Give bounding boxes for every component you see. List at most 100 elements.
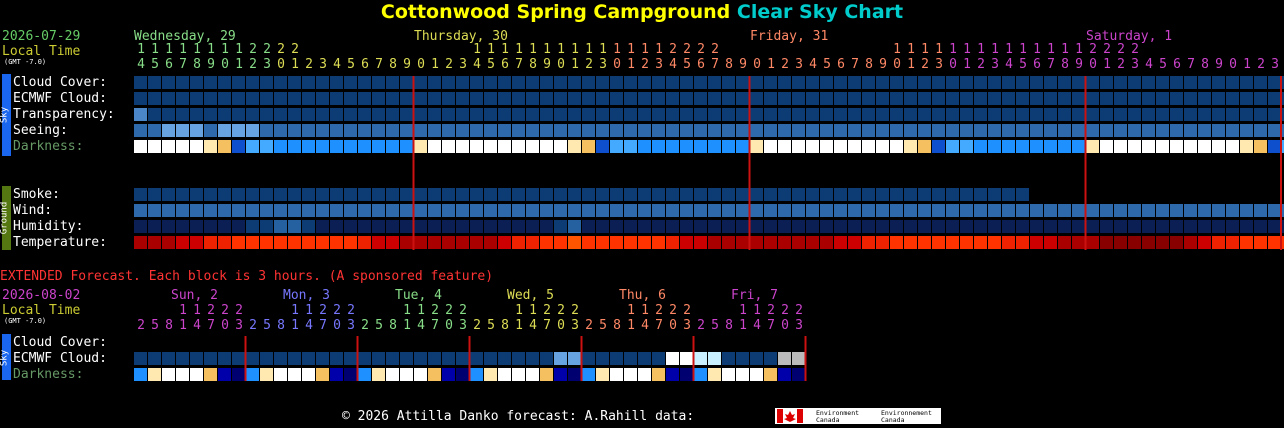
extended-hour-ones-label: 5 (263, 318, 271, 333)
forecast-block (666, 124, 679, 137)
extended-hour-ones-label: 3 (235, 318, 243, 333)
hour-tens-label: 1 (137, 42, 145, 57)
extended-forecast-block (386, 368, 399, 381)
forecast-block (694, 108, 707, 121)
forecast-block (918, 108, 931, 121)
forecast-block (372, 236, 385, 249)
forecast-block (1156, 236, 1169, 249)
extended-forecast-block (148, 368, 161, 381)
forecast-block (190, 140, 203, 153)
forecast-block (1142, 108, 1155, 121)
forecast-block (498, 108, 511, 121)
forecast-block (1156, 108, 1169, 121)
forecast-block (372, 188, 385, 201)
extended-hour-tens-label: 2 (235, 303, 243, 318)
forecast-block (680, 76, 693, 89)
forecast-block (638, 220, 651, 233)
forecast-block (960, 236, 973, 249)
forecast-block (302, 140, 315, 153)
extended-day-label: Tue, 4 (395, 288, 442, 303)
chart-date: 2026-07-29 (2, 29, 80, 44)
forecast-block (1240, 92, 1253, 105)
forecast-block (806, 236, 819, 249)
hour-ones-label: 7 (1047, 57, 1055, 72)
row-label: Cloud Cover: (13, 75, 107, 90)
forecast-block (1128, 76, 1141, 89)
forecast-block (666, 204, 679, 217)
forecast-block (862, 140, 875, 153)
hour-tens-label: 2 (697, 42, 705, 57)
forecast-block (386, 108, 399, 121)
extended-forecast-block (344, 368, 357, 381)
hour-ones-label: 0 (1229, 57, 1237, 72)
forecast-block (806, 124, 819, 137)
forecast-block (274, 76, 287, 89)
forecast-block (946, 108, 959, 121)
forecast-block (232, 140, 245, 153)
hour-ones-label: 5 (347, 57, 355, 72)
extended-forecast-block (246, 368, 259, 381)
forecast-block (1226, 236, 1239, 249)
forecast-block (778, 92, 791, 105)
forecast-block (554, 204, 567, 217)
forecast-block (1128, 204, 1141, 217)
forecast-block (1156, 76, 1169, 89)
forecast-block (1114, 140, 1127, 153)
forecast-block (190, 188, 203, 201)
forecast-block (358, 124, 371, 137)
forecast-block (1086, 220, 1099, 233)
forecast-block (680, 188, 693, 201)
forecast-block (302, 220, 315, 233)
forecast-block (890, 236, 903, 249)
hour-tens-label: 1 (165, 42, 173, 57)
extended-forecast-block (134, 352, 147, 365)
forecast-block (932, 124, 945, 137)
environment-canada-logo[interactable]: Environment Canada Environnement Canada (775, 408, 941, 424)
forecast-block (1170, 76, 1183, 89)
extended-hour-tens-label: 1 (403, 303, 411, 318)
forecast-block (596, 124, 609, 137)
forecast-block (414, 76, 427, 89)
forecast-block (540, 220, 553, 233)
forecast-block (512, 204, 525, 217)
hour-tens-label: 1 (935, 42, 943, 57)
forecast-block (876, 204, 889, 217)
forecast-block (470, 76, 483, 89)
forecast-block (540, 108, 553, 121)
forecast-block (582, 220, 595, 233)
forecast-block (946, 220, 959, 233)
forecast-block (904, 124, 917, 137)
forecast-block (652, 92, 665, 105)
forecast-block (792, 220, 805, 233)
forecast-block (134, 204, 147, 217)
forecast-block (512, 236, 525, 249)
hour-ones-label: 0 (221, 57, 229, 72)
forecast-block (1044, 124, 1057, 137)
forecast-block (904, 188, 917, 201)
forecast-block (484, 124, 497, 137)
forecast-block (372, 76, 385, 89)
forecast-block (1072, 124, 1085, 137)
forecast-block (1086, 108, 1099, 121)
forecast-block (148, 204, 161, 217)
forecast-block (316, 140, 329, 153)
forecast-block (680, 236, 693, 249)
extended-forecast-block (470, 368, 483, 381)
forecast-block (414, 236, 427, 249)
forecast-block (638, 188, 651, 201)
forecast-block (470, 204, 483, 217)
forecast-block (792, 108, 805, 121)
forecast-block (330, 188, 343, 201)
forecast-block (694, 92, 707, 105)
forecast-block (820, 124, 833, 137)
extended-forecast-block (358, 368, 371, 381)
forecast-block (652, 124, 665, 137)
forecast-block (778, 188, 791, 201)
extended-forecast-block (372, 352, 385, 365)
hour-ones-label: 1 (767, 57, 775, 72)
forecast-block (302, 188, 315, 201)
forecast-block (232, 204, 245, 217)
forecast-block (204, 92, 217, 105)
forecast-block (652, 188, 665, 201)
forecast-block (610, 236, 623, 249)
